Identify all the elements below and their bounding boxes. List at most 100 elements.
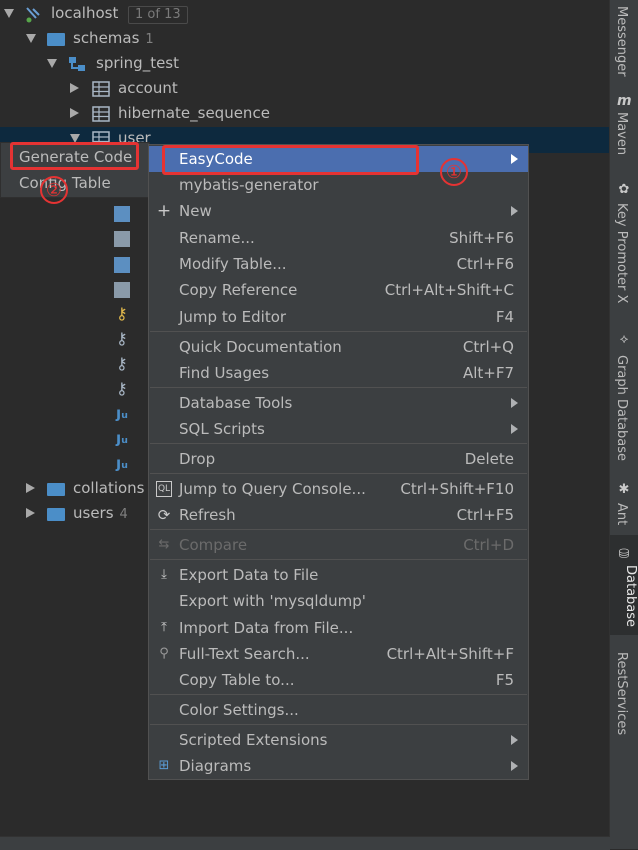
submenu-arrow-icon xyxy=(511,398,518,408)
menu-item-import-data[interactable]: ⤒ Import Data from File... xyxy=(149,615,528,641)
menu-item-database-tools[interactable]: Database Tools xyxy=(149,390,528,416)
refresh-icon: ⟳ xyxy=(157,506,171,524)
index-icon: ȷᵤ xyxy=(116,454,128,472)
menu-item-label: Copy Reference xyxy=(179,281,298,299)
tree-node-localhost[interactable]: localhost 1 of 13 xyxy=(0,1,300,26)
menu-item-label: Refresh xyxy=(179,506,236,524)
tool-tab-messenger[interactable]: Messenger xyxy=(614,6,629,77)
ant-icon: ✱ xyxy=(618,482,630,497)
database-icon: ⛁ xyxy=(618,547,630,562)
tool-tab-key-promoter[interactable]: Key Promoter X xyxy=(614,203,629,303)
menu-item-compare[interactable]: ⇆ Compare Ctrl+D xyxy=(149,532,528,558)
menu-item-label: Quick Documentation xyxy=(179,338,342,356)
graph-icon: ⟡ xyxy=(619,332,629,347)
tree-node-index[interactable]: ȷᵤ xyxy=(110,451,150,476)
tree-node-column[interactable] xyxy=(110,277,150,302)
menu-item-drop[interactable]: Drop Delete xyxy=(149,446,528,472)
menu-item-sql-scripts[interactable]: SQL Scripts xyxy=(149,416,528,442)
annotation-highlight-easycode xyxy=(162,145,419,175)
index-icon: ȷᵤ xyxy=(116,429,128,447)
tree-node-table[interactable]: account xyxy=(0,76,300,101)
menu-item-scripted-extensions[interactable]: Scripted Extensions xyxy=(149,727,528,753)
tree-node-column[interactable] xyxy=(110,226,150,251)
annotation-marker-one: ① xyxy=(440,158,468,186)
menu-item-refresh[interactable]: ⟳ Refresh Ctrl+F5 xyxy=(149,502,528,528)
query-console-icon: QL xyxy=(156,481,172,497)
column-icon xyxy=(114,282,130,298)
tool-tab-graph-database[interactable]: Graph Database xyxy=(614,355,629,461)
expand-arrow-icon[interactable] xyxy=(4,9,14,18)
tree-node-spring-test[interactable]: spring_test xyxy=(0,51,300,76)
shortcut-label: Ctrl+Q xyxy=(462,338,514,356)
menu-item-mybatis-generator[interactable]: mybatis-generator xyxy=(149,172,528,198)
menu-item-label: Drop xyxy=(179,450,216,468)
menu-item-label: Database Tools xyxy=(179,394,293,412)
column-icon xyxy=(114,206,130,222)
menu-item-label: Copy Table to... xyxy=(179,671,295,689)
expand-arrow-icon[interactable] xyxy=(47,59,57,68)
collapse-arrow-icon[interactable] xyxy=(70,108,79,118)
tree-node-key[interactable]: ⚷ xyxy=(110,326,150,351)
submenu-arrow-icon xyxy=(511,735,518,745)
tree-node-users[interactable]: users 4 xyxy=(0,501,148,526)
menu-item-label: Modify Table... xyxy=(179,255,287,273)
menu-item-copy-table[interactable]: Copy Table to... F5 xyxy=(149,667,528,693)
index-icon: ȷᵤ xyxy=(116,404,128,422)
tree-node-collations[interactable]: collations xyxy=(0,476,148,501)
menu-separator xyxy=(150,694,527,695)
config-table-menu-item[interactable]: Config Table xyxy=(1,170,149,196)
menu-item-label: Export with 'mysqldump' xyxy=(179,592,366,610)
menu-item-label: New xyxy=(179,202,212,220)
tool-tab-ant[interactable]: Ant xyxy=(614,503,629,525)
menu-item-export-mysqldump[interactable]: Export with 'mysqldump' xyxy=(149,588,528,614)
tool-tab-maven[interactable]: Maven xyxy=(614,112,629,155)
shortcut-label: Ctrl+D xyxy=(463,536,514,554)
menu-separator xyxy=(150,559,527,560)
tree-node-column[interactable] xyxy=(110,252,150,277)
menu-item-label: Compare xyxy=(179,536,248,554)
menu-item-label: Diagrams xyxy=(179,757,252,775)
menu-separator xyxy=(150,724,527,725)
tree-node-key[interactable]: ⚷ xyxy=(110,376,150,401)
tree-node-schemas[interactable]: schemas 1 xyxy=(0,26,300,51)
tree-node-key[interactable]: ⚷ xyxy=(110,351,150,376)
tree-node-table[interactable]: hibernate_sequence xyxy=(0,101,300,126)
shortcut-label: Ctrl+Alt+Shift+F xyxy=(386,645,514,663)
menu-item-full-text-search[interactable]: ⚲ Full-Text Search... Ctrl+Alt+Shift+F xyxy=(149,641,528,667)
collapse-arrow-icon[interactable] xyxy=(26,483,35,493)
menu-item-export-data[interactable]: ⤓ Export Data to File xyxy=(149,562,528,588)
tree-label-users: users 4 xyxy=(73,504,128,522)
tree-label-table: account xyxy=(118,79,178,97)
menu-item-new[interactable]: + New xyxy=(149,198,528,224)
tree-node-key[interactable]: ⚷ xyxy=(110,301,150,326)
tree-node-index[interactable]: ȷᵤ xyxy=(110,426,150,451)
shortcut-label: Delete xyxy=(464,450,514,468)
tree-node-index[interactable]: ȷᵤ xyxy=(110,401,150,426)
menu-item-find-usages[interactable]: Find Usages Alt+F7 xyxy=(149,360,528,386)
column-icon xyxy=(114,257,130,273)
tree-node-column[interactable] xyxy=(110,201,150,226)
menu-item-copy-reference[interactable]: Copy Reference Ctrl+Alt+Shift+C xyxy=(149,277,528,303)
primary-key-icon: ⚷ xyxy=(116,304,128,323)
context-menu: EasyCode mybatis-generator + New Rename.… xyxy=(148,144,529,780)
expand-arrow-icon[interactable] xyxy=(26,34,36,43)
annotation-highlight-generate-code xyxy=(10,142,139,170)
collapse-arrow-icon[interactable] xyxy=(26,508,35,518)
menu-item-quick-documentation[interactable]: Quick Documentation Ctrl+Q xyxy=(149,334,528,360)
compare-icon: ⇆ xyxy=(158,537,170,552)
shortcut-label: Alt+F7 xyxy=(462,364,514,382)
tree-label-spring-test: spring_test xyxy=(96,54,180,72)
menu-item-modify-table[interactable]: Modify Table... Ctrl+F6 xyxy=(149,251,528,277)
maven-icon: m xyxy=(617,93,632,109)
search-icon: ⚲ xyxy=(159,646,169,661)
menu-item-rename[interactable]: Rename... Shift+F6 xyxy=(149,225,528,251)
menu-item-diagrams[interactable]: ⊞ Diagrams xyxy=(149,753,528,779)
menu-item-jump-to-query-console[interactable]: QL Jump to Query Console... Ctrl+Shift+F… xyxy=(149,476,528,502)
right-tool-strip: Messenger m Maven ✿ Key Promoter X ⟡ Gra… xyxy=(609,0,638,849)
shortcut-label: F5 xyxy=(495,671,514,689)
menu-item-jump-to-editor[interactable]: Jump to Editor F4 xyxy=(149,304,528,330)
tool-tab-rest-services[interactable]: RestServices xyxy=(614,652,629,735)
key-icon: ⚷ xyxy=(116,329,128,348)
collapse-arrow-icon[interactable] xyxy=(70,83,79,93)
menu-item-color-settings[interactable]: Color Settings... xyxy=(149,697,528,723)
